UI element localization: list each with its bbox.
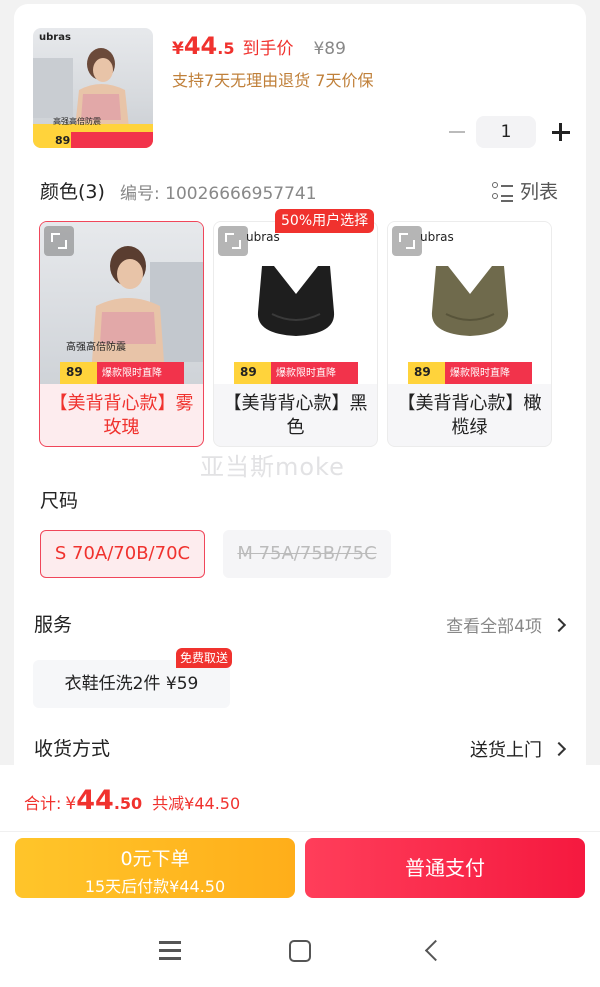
promo-price: 89	[240, 365, 257, 379]
recent-apps-icon[interactable]	[159, 941, 181, 961]
size-option-s[interactable]: S 70A/70B/70C	[40, 530, 205, 578]
quantity-stepper: 1	[446, 116, 572, 148]
delivery-method-selector[interactable]: 送货上门	[470, 736, 567, 762]
promo-price: 89	[414, 365, 431, 379]
service-promise: 支持7天无理由退货 7天价保	[172, 71, 374, 90]
color-option-brand: ubras	[420, 230, 454, 244]
chevron-right-icon	[551, 741, 567, 757]
bra-olive-illustration	[431, 266, 509, 336]
promo-price: 89	[66, 365, 83, 379]
delivery-method-value: 送货上门	[470, 740, 542, 761]
popular-choice-badge: 50%用户选择	[275, 209, 375, 233]
list-icon	[492, 180, 514, 202]
promo-text: 爆款限时直降	[276, 368, 336, 379]
view-all-services-label: 查看全部4项	[446, 617, 542, 637]
list-view-toggle[interactable]: 列表	[492, 177, 558, 204]
svg-text:高强高倍防震: 高强高倍防震	[66, 340, 126, 353]
watermark: 亚当斯moke	[200, 453, 345, 481]
color-option-black[interactable]: ubras 89 爆款限时直降 【美背背心款】黑色	[213, 221, 378, 447]
chevron-right-icon	[551, 617, 567, 632]
color-option-image: ubras 89 爆款限时直降	[388, 222, 551, 384]
order-total: 合计: ¥ 44 .50 共减¥44.50	[24, 785, 240, 816]
product-code: 编号: 10026666957741	[120, 184, 317, 204]
svg-text:89: 89	[55, 134, 70, 147]
total-integer: 44	[76, 785, 114, 816]
bra-black-illustration	[257, 266, 335, 336]
product-thumbnail[interactable]: ubras 89 高强高倍防震	[33, 28, 153, 148]
promo-text: 爆款限时直降	[450, 368, 510, 379]
color-option-label: 【美背背心款】黑色	[223, 393, 368, 438]
color-option-image: 高强高倍防震 89 爆款限时直降	[40, 222, 203, 384]
home-icon[interactable]	[289, 940, 311, 962]
color-option-olive[interactable]: ubras 89 爆款限时直降 【美背背心款】橄榄绿	[387, 221, 552, 447]
price-tag: 到手价	[242, 39, 294, 59]
view-all-services-link[interactable]: 查看全部4项	[446, 612, 567, 637]
pay-later-button[interactable]: 0元下单 15天后付款¥44.50	[15, 838, 295, 898]
price-integer: 44	[183, 32, 218, 60]
pay-later-subtitle: 15天后付款¥44.50	[84, 877, 226, 896]
original-price: ¥89	[313, 39, 346, 59]
svg-text:高强高倍防震: 高强高倍防震	[53, 116, 101, 126]
total-currency: ¥	[65, 794, 77, 814]
promo-strip: 89 爆款限时直降	[408, 362, 532, 384]
color-section-title: 颜色(3)	[40, 181, 105, 203]
price-decimal: .5	[217, 39, 235, 58]
color-option-label: 【美背背心款】橄榄绿	[397, 393, 542, 438]
pay-later-title: 0元下单	[120, 848, 190, 870]
increase-button[interactable]	[550, 121, 572, 143]
savings-text: 共减¥44.50	[152, 794, 241, 813]
price-row: ¥ 44 .5 到手价 ¥89	[172, 32, 346, 60]
quantity-value[interactable]: 1	[476, 116, 536, 148]
promo-strip: 89 爆款限时直降	[234, 362, 358, 384]
model-illustration: 89 高强高倍防震	[33, 48, 153, 148]
size-option-m[interactable]: M 75A/75B/75C	[223, 530, 391, 578]
delivery-section-title: 收货方式	[34, 738, 111, 760]
total-decimal: .50	[113, 794, 143, 813]
expand-icon[interactable]	[218, 226, 248, 256]
divider	[0, 831, 600, 832]
color-option-label: 【美背背心款】雾玫瑰	[49, 393, 194, 438]
color-option-rose[interactable]: 高强高倍防震 89 爆款限时直降 【美背背心款】雾玫瑰	[39, 221, 204, 447]
expand-icon[interactable]	[44, 226, 74, 256]
service-section-title: 服务	[34, 614, 73, 636]
system-navigation-bar	[0, 915, 600, 987]
size-section-title: 尺码	[40, 490, 79, 512]
pay-now-button[interactable]: 普通支付	[305, 838, 585, 898]
list-view-label: 列表	[520, 181, 559, 203]
decrease-button[interactable]	[446, 121, 468, 143]
expand-icon[interactable]	[392, 226, 422, 256]
promo-text: 爆款限时直降	[102, 368, 162, 379]
color-option-image: ubras 89 爆款限时直降	[214, 222, 377, 384]
total-label: 合计:	[24, 794, 62, 813]
promo-strip: 89 爆款限时直降	[60, 362, 184, 384]
service-badge: 免费取送	[176, 648, 233, 668]
price-currency: ¥	[172, 39, 184, 59]
back-icon[interactable]	[424, 939, 447, 962]
